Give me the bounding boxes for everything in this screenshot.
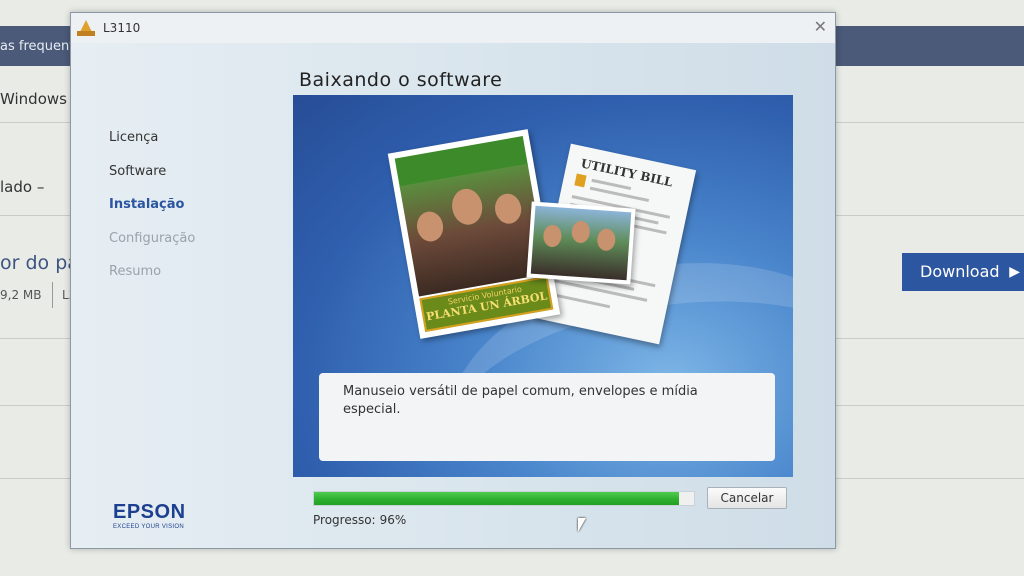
step-license: Licença (109, 130, 159, 145)
progress-bar (313, 491, 695, 506)
person-face (596, 228, 617, 252)
window-title: L3110 (103, 21, 141, 35)
background-status-text: lado – (0, 178, 45, 196)
step-configuration: Configuração (109, 231, 196, 246)
small-photo-image (526, 201, 636, 285)
poster-photo (399, 163, 548, 297)
person-face (542, 224, 563, 248)
installer-app-icon-base (77, 31, 95, 36)
step-installation: Instalação (109, 197, 185, 212)
download-button[interactable]: Download ▶ (902, 253, 1024, 291)
step-software: Software (109, 164, 167, 179)
mouse-cursor-icon (578, 518, 586, 532)
bill-logo-icon (574, 173, 587, 188)
utility-bill-title: UTILITY BILL (579, 156, 674, 190)
installer-window: L3110 ✕ Baixando o software Licença Soft… (70, 12, 836, 549)
person-face (571, 220, 591, 244)
background-file-size: 9,2 MB (0, 288, 42, 302)
progress-text: Progresso: 96% (313, 513, 406, 527)
close-icon[interactable]: ✕ (814, 17, 827, 36)
feature-slide: UTILITY BILL Servicio Voluntario PLANTA … (293, 95, 793, 477)
epson-logo: EPSON (113, 501, 186, 523)
step-summary: Resumo (109, 264, 162, 279)
cancel-button[interactable]: Cancelar (707, 487, 787, 509)
installer-content: Baixando o software Licença Software Ins… (71, 43, 835, 548)
epson-tagline: EXCEED YOUR VISION (113, 524, 184, 530)
window-titlebar[interactable]: L3110 ✕ (71, 13, 835, 43)
bill-line (550, 292, 611, 309)
person-face (414, 209, 446, 244)
download-button-label: Download (920, 262, 1000, 281)
feature-caption: Manuseio versátil de papel comum, envelo… (319, 373, 775, 461)
progress-label: Progresso: (313, 513, 376, 527)
progress-bar-fill (314, 492, 679, 505)
background-separator (52, 282, 53, 308)
page-title: Baixando o software (299, 69, 503, 91)
person-face (449, 186, 486, 228)
small-photo (530, 205, 632, 281)
person-face (492, 191, 524, 226)
play-arrow-icon: ▶ (1009, 264, 1020, 280)
progress-value: 96% (379, 513, 407, 527)
